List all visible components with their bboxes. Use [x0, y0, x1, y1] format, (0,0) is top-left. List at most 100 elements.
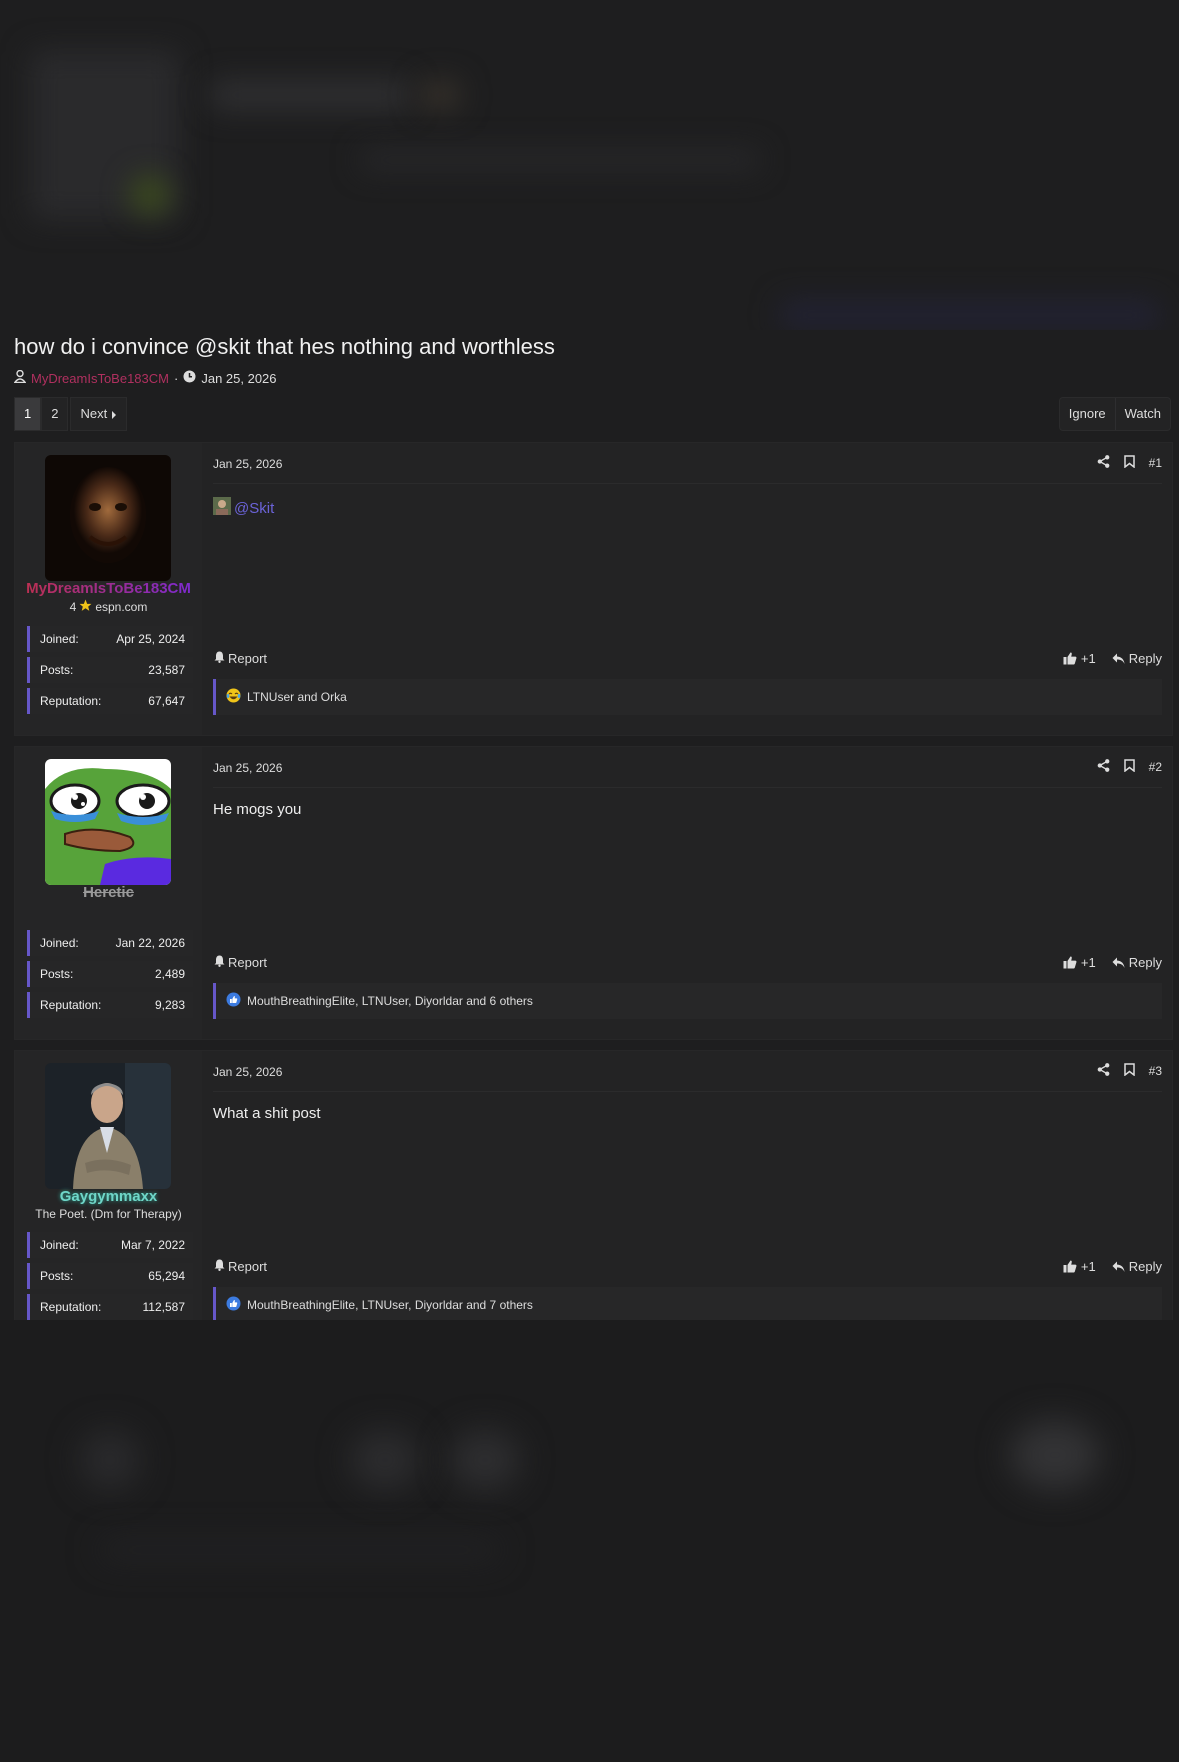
blurred-footer-region — [0, 1320, 1179, 1762]
username-link[interactable]: Heretic — [15, 884, 202, 901]
bell-icon — [214, 955, 225, 970]
stat-joined: Joined: Mar 7, 2022 — [27, 1232, 193, 1258]
stat-value: 67,647 — [148, 694, 185, 708]
report-button[interactable]: Report — [214, 651, 267, 666]
thumbs-up-icon — [1063, 1260, 1077, 1273]
stat-posts: Posts: 2,489 — [27, 961, 193, 987]
thread-actions: Ignore Watch — [1058, 397, 1171, 431]
like-label: +1 — [1080, 651, 1096, 666]
reactions-bar[interactable]: LTNUser and Orka — [213, 679, 1162, 715]
stat-label: Reputation: — [40, 1300, 102, 1314]
reply-button[interactable]: Reply — [1112, 955, 1162, 970]
stat-joined: Joined: Apr 25, 2024 — [27, 626, 193, 652]
post-user-info: Gaygymmaxx The Poet. (Dm for Therapy) Jo… — [15, 1051, 202, 1320]
avatar[interactable] — [45, 759, 171, 885]
thumbs-up-icon — [1063, 956, 1077, 969]
post-user-info: MyDreamIsToBe183CM 4 espn.com Joined: Apr… — [15, 443, 202, 735]
stat-value: 9,283 — [154, 998, 185, 1012]
post-number-link[interactable]: #2 — [1149, 760, 1162, 774]
thread-title: how do i convince @skit that hes nothing… — [14, 334, 555, 359]
post-header-actions: #3 — [1097, 1063, 1162, 1079]
reply-icon — [1112, 957, 1125, 969]
thread-date[interactable]: Jan 25, 2026 — [201, 371, 276, 386]
watch-button[interactable]: Watch — [1114, 398, 1170, 430]
stat-label: Joined: — [40, 936, 79, 950]
share-icon[interactable] — [1097, 1063, 1110, 1079]
post-date[interactable]: Jan 25, 2026 — [213, 761, 282, 775]
username-link[interactable]: MyDreamIsToBe183CM — [15, 580, 202, 597]
user-icon — [13, 369, 27, 386]
mention[interactable]: @Skit — [213, 497, 274, 519]
caret-right-icon — [111, 399, 117, 431]
reactions-bar[interactable]: MouthBreathingElite, LTNUser, Diyorldar … — [213, 983, 1162, 1019]
post-header-divider — [213, 483, 1162, 484]
bookmark-icon[interactable] — [1123, 1063, 1135, 1079]
reactions-text[interactable]: MouthBreathingElite, LTNUser, Diyorldar … — [247, 1298, 533, 1312]
laugh-icon — [226, 688, 241, 706]
ignore-button[interactable]: Ignore — [1060, 398, 1115, 430]
like-button[interactable]: +1 — [1063, 955, 1096, 970]
post-footer-actions: +1 Reply — [1063, 651, 1162, 666]
reactions-bar[interactable]: MouthBreathingElite, LTNUser, Diyorldar … — [213, 1287, 1162, 1320]
post-3: Gaygymmaxx The Poet. (Dm for Therapy) Jo… — [14, 1050, 1173, 1320]
username-link[interactable]: Gaygymmaxx — [15, 1188, 202, 1205]
post-header-actions: #1 — [1097, 455, 1162, 471]
post-1: MyDreamIsToBe183CM 4 espn.com Joined: Apr… — [14, 442, 1173, 736]
post-footer-actions: +1 Reply — [1063, 955, 1162, 970]
reply-label: Reply — [1128, 1259, 1162, 1274]
thread-author-link[interactable]: MyDreamIsToBe183CM — [31, 371, 169, 386]
next-page-button[interactable]: Next — [70, 397, 127, 431]
post-body: Jan 25, 2026 #1 @Skit Report +1 Reply LT… — [202, 443, 1172, 735]
post-header-divider — [213, 787, 1162, 788]
stat-label: Joined: — [40, 632, 79, 646]
stat-label: Reputation: — [40, 694, 102, 708]
page-2-button[interactable]: 2 — [41, 397, 69, 431]
bell-icon — [214, 651, 225, 666]
avatar[interactable] — [45, 455, 171, 581]
post-header-actions: #2 — [1097, 759, 1162, 775]
post-number-link[interactable]: #3 — [1149, 1064, 1162, 1078]
avatar[interactable] — [45, 1063, 171, 1189]
stat-value[interactable]: 2,489 — [155, 967, 185, 981]
stat-reputation: Reputation: 112,587 — [27, 1294, 193, 1320]
share-icon[interactable] — [1097, 759, 1110, 775]
post-number-link[interactable]: #1 — [1149, 456, 1162, 470]
like-icon — [226, 1296, 241, 1314]
report-label: Report — [228, 651, 268, 666]
stat-value: Mar 7, 2022 — [120, 1238, 185, 1252]
mention-text[interactable]: @Skit — [234, 500, 274, 517]
stat-reputation: Reputation: 67,647 — [27, 688, 193, 714]
reactions-text[interactable]: LTNUser and Orka — [247, 690, 347, 704]
stat-value[interactable]: 23,587 — [148, 663, 185, 677]
bookmark-icon[interactable] — [1123, 455, 1135, 471]
reply-label: Reply — [1128, 651, 1162, 666]
thread-meta: MyDreamIsToBe183CM · Jan 25, 2026 — [13, 369, 277, 386]
stat-posts: Posts: 23,587 — [27, 657, 193, 683]
star-icon — [79, 599, 92, 615]
post-date[interactable]: Jan 25, 2026 — [213, 457, 282, 471]
stat-label: Posts: — [40, 967, 74, 981]
stat-value[interactable]: 65,294 — [148, 1269, 185, 1283]
blurred-header-region — [0, 0, 1179, 330]
post-date[interactable]: Jan 25, 2026 — [213, 1065, 282, 1079]
like-button[interactable]: +1 — [1063, 651, 1096, 666]
report-button[interactable]: Report — [214, 955, 267, 970]
reply-button[interactable]: Reply — [1112, 1259, 1162, 1274]
reply-icon — [1112, 653, 1125, 665]
stat-label: Posts: — [40, 1269, 74, 1283]
mention-avatar-icon — [213, 497, 231, 519]
reactions-text[interactable]: MouthBreathingElite, LTNUser, Diyorldar … — [247, 994, 533, 1008]
stat-reputation: Reputation: 9,283 — [27, 992, 193, 1018]
post-body: Jan 25, 2026 #2 He mogs you Report +1 Re… — [202, 747, 1172, 1039]
user-title: The Poet. (Dm for Therapy) — [35, 1207, 182, 1221]
thumbs-up-icon — [1063, 652, 1077, 665]
post-user-info: Heretic Joined: Jan 22, 2026 Posts: 2,489 … — [15, 747, 202, 1039]
report-label: Report — [228, 955, 268, 970]
bookmark-icon[interactable] — [1123, 759, 1135, 775]
page-1-button[interactable]: 1 — [14, 397, 42, 431]
meta-separator: · — [174, 370, 179, 386]
like-button[interactable]: +1 — [1063, 1259, 1096, 1274]
reply-button[interactable]: Reply — [1112, 651, 1162, 666]
report-button[interactable]: Report — [214, 1259, 267, 1274]
share-icon[interactable] — [1097, 455, 1110, 471]
